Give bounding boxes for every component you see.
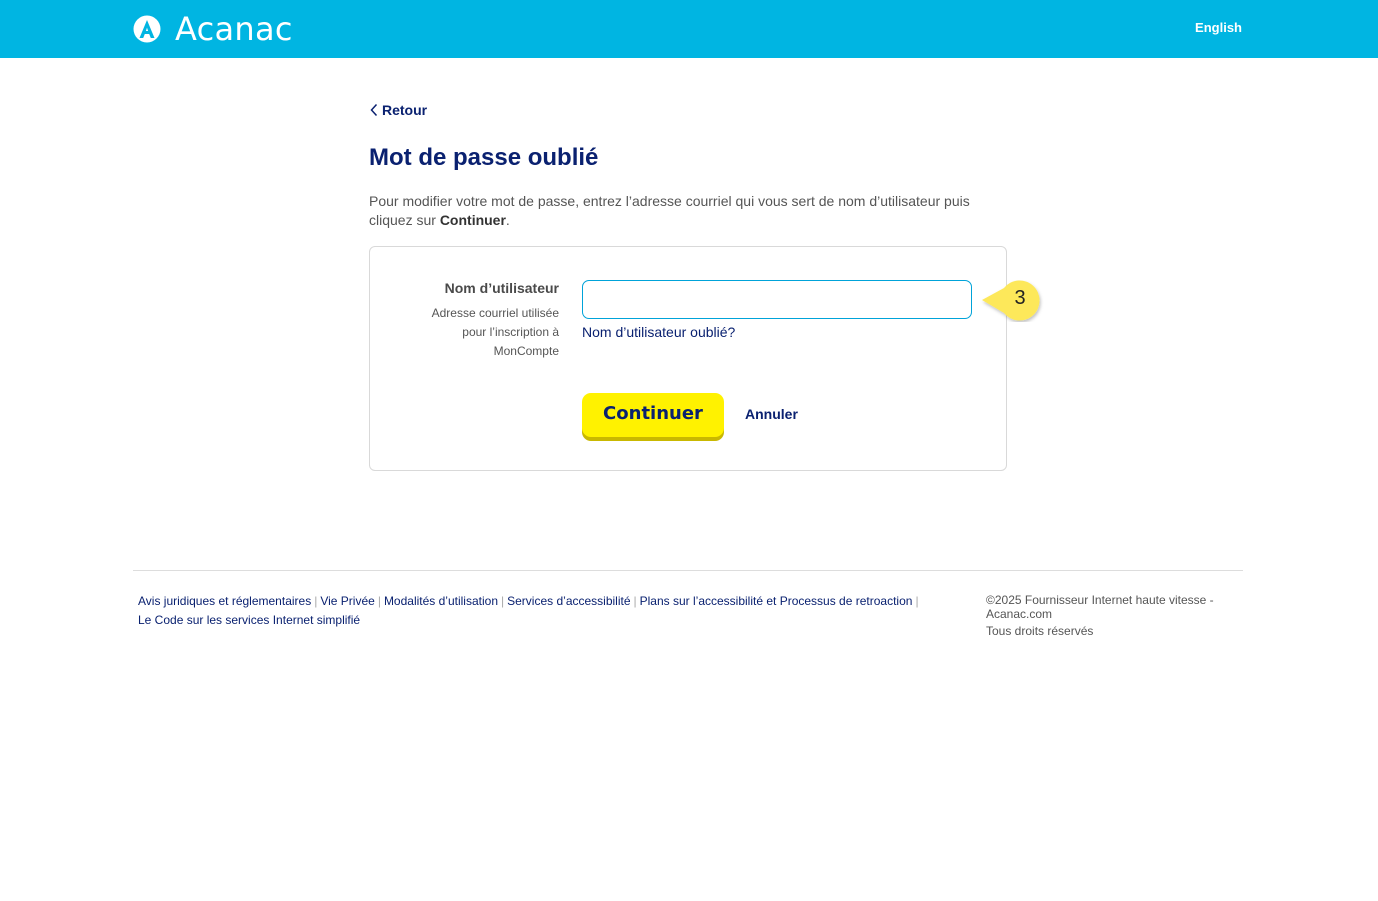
top-header-bar: Acanac English	[0, 0, 1378, 58]
footer-link-legal[interactable]: Avis juridiques et réglementaires	[138, 594, 311, 608]
back-link-label: Retour	[382, 102, 428, 118]
intro-text-emphasis: Continuer	[439, 212, 506, 228]
page-title: Mot de passe oublié	[369, 144, 599, 171]
rights-text: Tous droits réservés	[986, 624, 1094, 638]
intro-text-end: .	[505, 212, 510, 228]
chevron-left-icon	[370, 103, 378, 117]
language-toggle-link[interactable]: English	[1195, 20, 1242, 35]
username-input[interactable]	[582, 280, 972, 319]
footer-link-terms[interactable]: Modalités d’utilisation	[384, 594, 498, 608]
continue-button[interactable]: Continuer	[582, 393, 724, 437]
footer-separator: |	[633, 594, 637, 608]
copyright-text: ©2025 Fournisseur Internet haute vitesse…	[986, 593, 1214, 621]
brand-logo[interactable]: Acanac	[133, 10, 293, 48]
footer-separator: |	[915, 594, 919, 608]
footer-separator: |	[314, 594, 318, 608]
footer-link-accessibility-plans[interactable]: Plans sur l’accessibilité et Processus d…	[640, 594, 913, 608]
footer-divider	[133, 570, 1243, 571]
cancel-link[interactable]: Annuler	[745, 406, 798, 422]
username-label: Nom d’utilisateur	[444, 280, 559, 296]
footer-links: Avis juridiques et réglementaires | Vie Pr…	[138, 592, 978, 630]
footer-separator: |	[377, 594, 381, 608]
forgot-username-link[interactable]: Nom d’utilisateur oublié?	[582, 324, 735, 340]
footer-link-accessibility-services[interactable]: Services d’accessibilité	[507, 594, 630, 608]
acanac-logo-icon	[133, 15, 161, 43]
reset-form-card: Nom d’utilisateur Adresse courriel utili…	[369, 246, 1007, 471]
footer-link-internet-code[interactable]: Le Code sur les services Internet simpli…	[138, 613, 360, 627]
back-link[interactable]: Retour	[369, 102, 427, 118]
username-help-text: Adresse courriel utilisée pour l’inscrip…	[431, 306, 559, 358]
intro-text: Pour modifier votre mot de passe, entrez…	[369, 192, 1009, 230]
footer-copyright: ©2025 Fournisseur Internet haute vitesse…	[986, 593, 1246, 638]
step-callout-number: 3	[1014, 287, 1026, 309]
brand-name: Acanac	[175, 10, 293, 48]
footer-link-privacy[interactable]: Vie Privée	[320, 594, 374, 608]
footer-separator: |	[501, 594, 505, 608]
